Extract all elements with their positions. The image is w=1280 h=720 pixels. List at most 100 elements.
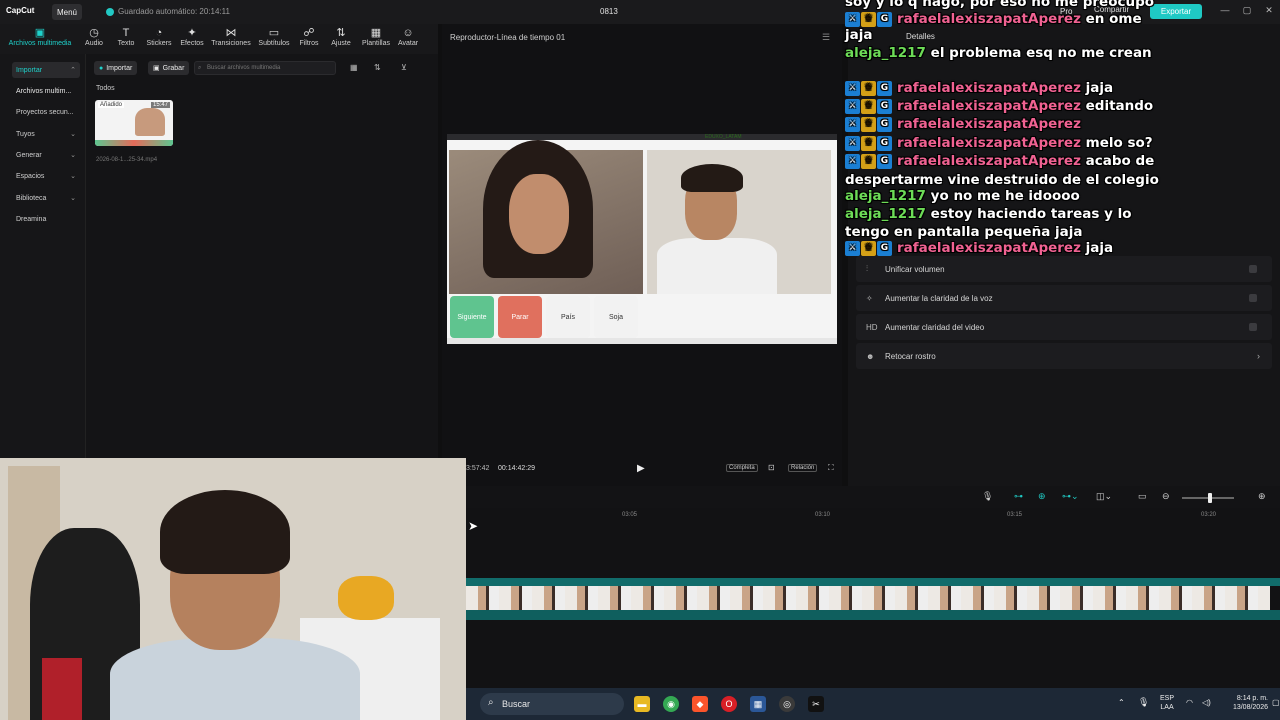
file-explorer-icon[interactable]: ▬ — [634, 696, 650, 712]
chat-username: aleja_1217 — [845, 188, 926, 204]
sword-badge-icon: ⚔ — [845, 135, 860, 151]
zoom-knob[interactable] — [1208, 493, 1212, 503]
ratio-button[interactable]: Relación — [788, 464, 818, 472]
tool-subtitles[interactable]: ▭ Subtítulos — [254, 27, 294, 47]
tool-transitions[interactable]: ⋈ Transiciones — [211, 27, 251, 47]
soja-button[interactable]: Soja — [594, 296, 638, 338]
sidebar-item-projects[interactable]: Proyectos secun... — [12, 104, 80, 120]
sidebar-item-spaces[interactable]: Espacios ⌄ — [12, 168, 80, 184]
thumbnail-face — [135, 108, 165, 136]
chevron-down-icon: ⌄ — [70, 152, 76, 159]
fullscreen-icon[interactable]: ⛶ — [828, 463, 834, 473]
crown-badge-icon: ♛ — [861, 80, 876, 96]
preview-axis-icon[interactable]: ◫⌄ — [1096, 491, 1112, 502]
video-taskbar — [447, 338, 837, 344]
microphone-icon[interactable]: 🎙 — [982, 491, 993, 502]
record-button[interactable]: ▣ Grabar — [148, 61, 190, 75]
chat-badges: ⚔ ♛ G — [845, 97, 893, 115]
sidebar-item-media[interactable]: Archivos multim... — [12, 83, 80, 99]
option-voice-clarity[interactable]: ✧ Aumentar la claridad de la voz — [856, 285, 1272, 311]
sidebar-item-yours[interactable]: Tuyos ⌄ — [12, 126, 80, 142]
play-icon[interactable]: ▶ — [637, 463, 645, 474]
microphone-icon[interactable]: 🎙 — [1138, 697, 1149, 708]
filter-all-label[interactable]: Todos — [96, 85, 115, 92]
webcam-chair-accent — [42, 658, 82, 720]
chat-badges: ⚔ ♛ G — [845, 79, 893, 97]
chat-text: jaja — [845, 27, 873, 43]
app-icon[interactable]: ◎ — [779, 696, 795, 712]
project-name[interactable]: 0813 — [600, 7, 618, 16]
clock[interactable]: 8:14 p. m. 13/08/2026 — [1224, 694, 1268, 712]
option-retouch-face[interactable]: ☻ Retocar rostro › — [856, 343, 1272, 369]
media-thumbnail[interactable]: Añadido 15:47 — [95, 100, 173, 146]
media-search-input[interactable]: ⌕ Buscar archivos multimedia — [194, 61, 336, 75]
sidebar-item-library[interactable]: Biblioteca ⌄ — [12, 190, 80, 206]
crown-badge-icon: ♛ — [861, 153, 876, 169]
chat-badges: ⚔ ♛ G — [845, 152, 893, 170]
tool-adjust[interactable]: ⇅ Ajuste — [321, 27, 361, 47]
import-button[interactable]: ● Importar — [94, 61, 138, 75]
video-preview[interactable]: EDUXO_LATAM Siguiente Parar País Soja — [447, 134, 837, 344]
chat-text: acabo de — [1080, 153, 1155, 169]
chat-username: rafaelalexiszapatAperez — [897, 116, 1081, 132]
menu-icon[interactable]: ☰ — [822, 32, 830, 43]
chevron-up-icon[interactable]: ⌃ — [1118, 698, 1125, 707]
search-icon: ⌕ — [488, 697, 494, 708]
tool-media[interactable]: ▣ Archivos multimedia — [2, 27, 78, 47]
chrome-icon[interactable]: ◉ — [663, 696, 679, 712]
player-title: Reproductor-Línea de tiempo 01 — [450, 33, 566, 42]
volume-icon[interactable]: ◁) — [1202, 698, 1211, 707]
chevron-right-icon: › — [1257, 351, 1260, 361]
crown-badge-icon: ♛ — [861, 135, 876, 151]
chat-username: rafaelalexiszapatAperez — [897, 80, 1081, 96]
zoom-in-icon[interactable]: ⊕ — [1258, 491, 1266, 502]
option-video-clarity[interactable]: HD Aumentar claridad del video — [856, 314, 1272, 340]
chat-text: melo so? — [1080, 135, 1153, 151]
chat-text: estoy haciendo tareas y lo — [925, 206, 1132, 222]
chevron-down-icon: ⌄ — [70, 173, 76, 180]
menu-button[interactable]: Menú — [52, 4, 82, 20]
zoom-out-icon[interactable]: ⊖ — [1162, 491, 1170, 502]
snapshot-icon[interactable]: ⊡ — [768, 463, 775, 472]
snap-icon[interactable]: ⊶⌄ — [1062, 491, 1079, 502]
toggle[interactable] — [1249, 323, 1257, 331]
caption-icon[interactable]: ▭ — [1138, 491, 1147, 502]
wifi-icon[interactable]: ◠ — [1186, 698, 1193, 707]
opera-icon[interactable]: O — [721, 696, 737, 712]
transitions-icon: ⋈ — [225, 27, 237, 39]
store-icon[interactable]: ▦ — [750, 696, 766, 712]
sort-icon[interactable]: ⇅ — [374, 63, 381, 72]
chat-username: rafaelalexiszapatAperez — [897, 240, 1081, 256]
complete-button[interactable]: Completa — [726, 464, 758, 472]
notification-icon[interactable]: ▢ — [1272, 698, 1280, 707]
magnet-icon[interactable]: ⊕ — [1038, 491, 1046, 502]
gg-badge-icon: G — [877, 80, 892, 96]
chat-text: jaja — [1080, 80, 1114, 96]
tool-avatar[interactable]: ☺ Avatar — [388, 27, 428, 47]
toggle[interactable] — [1249, 265, 1257, 273]
language-indicator[interactable]: ESP LAA — [1160, 694, 1174, 712]
country-button[interactable]: País — [546, 296, 590, 338]
next-button[interactable]: Siguiente — [450, 296, 494, 338]
autosave-icon — [106, 7, 114, 16]
video-track[interactable] — [466, 578, 1280, 622]
sidebar-item-generate[interactable]: Generar ⌄ — [12, 147, 80, 163]
sword-badge-icon: ⚔ — [845, 98, 860, 114]
player-panel: Reproductor-Línea de tiempo 01 ☰ EDUXO_L… — [442, 24, 842, 486]
sidebar-item-dreamina[interactable]: Dreamina — [12, 211, 80, 227]
link-icon[interactable]: ⊶ — [1014, 491, 1023, 502]
stop-button[interactable]: Parar — [498, 296, 542, 338]
brave-icon[interactable]: ◆ — [692, 696, 708, 712]
capcut-icon[interactable]: ✂ — [808, 696, 824, 712]
view-grid-icon[interactable]: ▦ — [350, 63, 358, 72]
tool-effects[interactable]: ✦ Efectos — [172, 27, 212, 47]
mouse-cursor-icon: ➤ — [468, 519, 479, 533]
thumbnail-filename: 2026-08-1...25-34.mp4 — [96, 157, 158, 163]
autosave-status: Guardado automático: 20:14:11 — [106, 7, 230, 16]
chat-message: aleja_1217 estoy haciendo tareas y lo — [845, 205, 1131, 223]
toggle[interactable] — [1249, 294, 1257, 302]
sidebar-item-import[interactable]: Importar ⌃ — [12, 62, 80, 78]
filter-icon[interactable]: ⊻ — [401, 63, 407, 72]
girl-face — [509, 174, 569, 254]
taskbar-search[interactable]: ⌕ Buscar — [480, 693, 624, 715]
